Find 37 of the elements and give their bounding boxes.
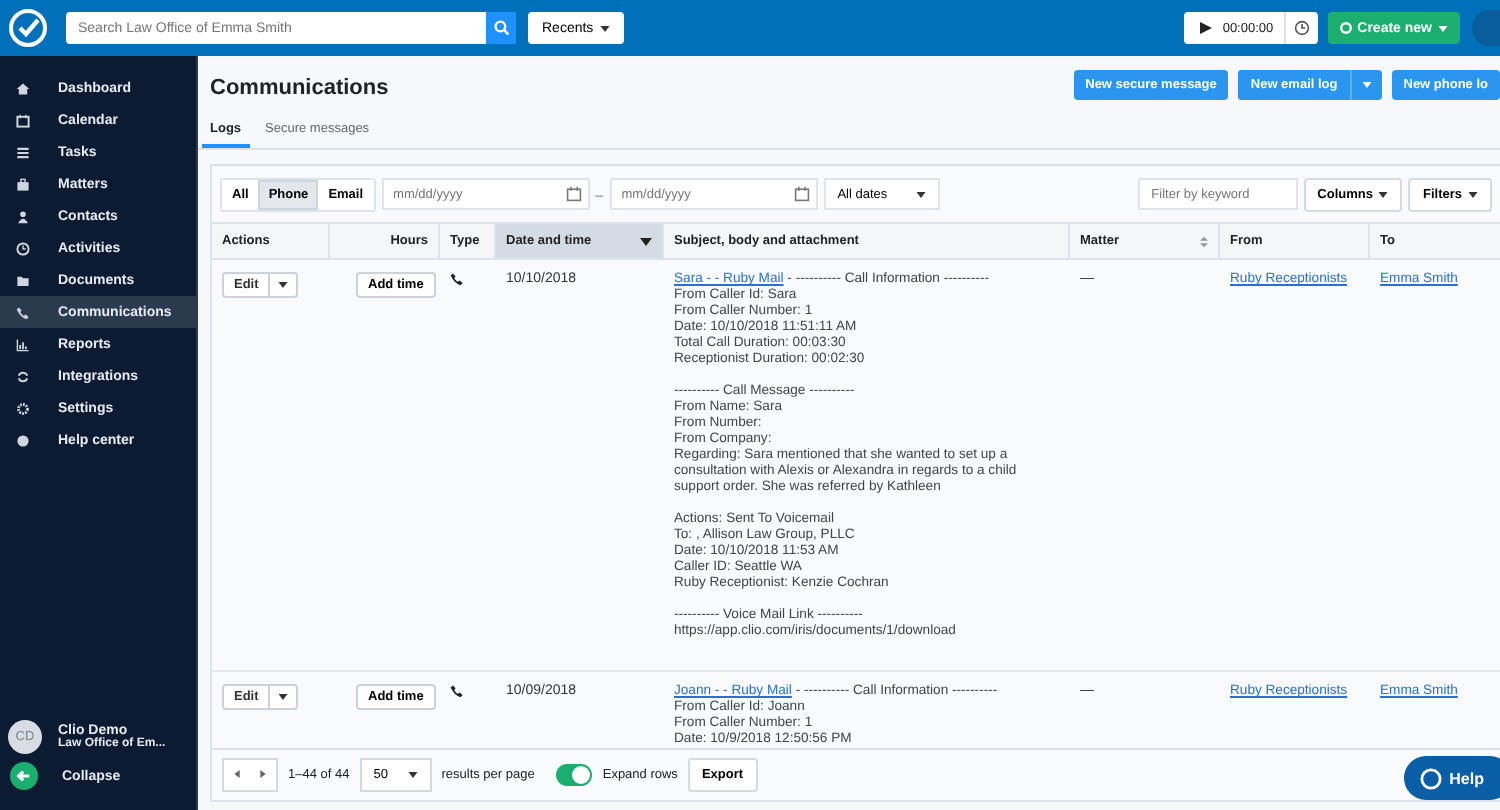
sync-icon — [16, 369, 30, 383]
tasks-icon — [16, 145, 30, 159]
caret-icon — [1378, 191, 1389, 197]
folder-icon — [16, 273, 30, 287]
caret-icon — [1438, 25, 1448, 31]
caret-icon — [599, 25, 610, 31]
previous-icon[interactable] — [234, 769, 240, 777]
next-icon[interactable] — [260, 769, 266, 777]
circle-icon — [1339, 22, 1352, 34]
page-title: Communications — [210, 76, 389, 100]
phone-icon — [450, 684, 464, 698]
calendar-icon — [16, 113, 30, 127]
help-button[interactable]: Help — [1403, 756, 1500, 800]
play-icon[interactable] — [1200, 22, 1213, 34]
chart-icon — [16, 337, 30, 351]
caret-icon — [407, 772, 418, 778]
caret-icon[interactable] — [278, 694, 289, 700]
pager-buttons[interactable] — [222, 758, 278, 792]
search-icon — [493, 20, 509, 36]
arrow-left-icon — [10, 762, 38, 790]
calendar-icon[interactable] — [793, 186, 810, 202]
calendar-icon[interactable] — [565, 186, 582, 202]
caret-icon — [915, 191, 926, 197]
checkmark-logo-icon[interactable] — [8, 8, 48, 48]
phone-icon — [450, 272, 464, 286]
phone-icon — [16, 305, 30, 319]
sort-icon — [1200, 235, 1208, 247]
clock-icon — [16, 241, 30, 255]
gear-icon — [16, 401, 30, 415]
expand-rows-toggle[interactable] — [556, 764, 593, 786]
sort-descending-icon — [640, 237, 652, 245]
person-icon — [16, 209, 30, 223]
briefcase-icon — [16, 177, 30, 191]
caret-icon — [1468, 191, 1478, 197]
home-icon — [16, 81, 30, 95]
search-button[interactable] — [486, 12, 516, 44]
caret-icon[interactable] — [278, 282, 289, 288]
